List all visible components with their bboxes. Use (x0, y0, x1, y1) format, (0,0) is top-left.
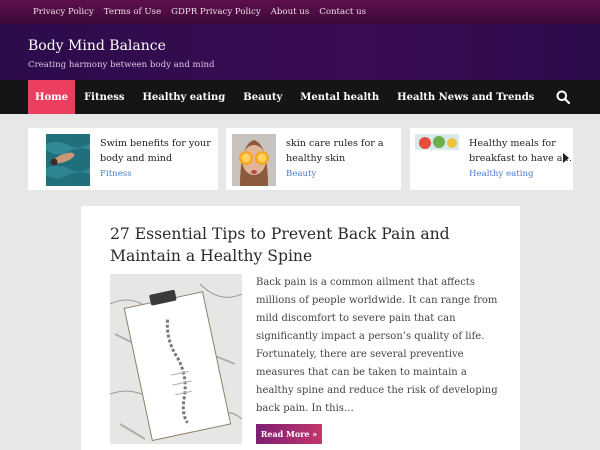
card-title-line[interactable]: skin care rules for a (286, 136, 384, 151)
slider-card[interactable]: skin care rules for a healthy skin Beaut… (226, 128, 401, 190)
breakfast-thumbnail (415, 134, 459, 150)
search-icon[interactable] (556, 90, 570, 104)
nav-item-mental-health[interactable]: Mental health (291, 80, 388, 114)
orange-face-thumbnail (232, 134, 276, 186)
card-category-link[interactable]: Beauty (286, 169, 384, 179)
slider-card[interactable]: Swim benefits for your body and mind Fit… (28, 128, 218, 190)
slider-card[interactable]: Healthy meals for breakfast to have a… H… (410, 128, 573, 190)
site-header: Body Mind Balance Creating harmony betwe… (0, 24, 600, 80)
article-excerpt: Back pain is a common ailment that affec… (256, 277, 498, 414)
card-title-line[interactable]: Swim benefits for your (100, 136, 211, 151)
swimmer-thumbnail (46, 134, 90, 186)
featured-posts-slider: Swim benefits for your body and mind Fit… (28, 128, 573, 190)
nav-item-healthy-eating[interactable]: Healthy eating (133, 80, 234, 114)
top-bar: Privacy Policy Terms of Use GDPR Privacy… (0, 0, 600, 24)
about-us-link[interactable]: About us (271, 7, 310, 17)
article-card: 27 Essential Tips to Prevent Back Pain a… (81, 206, 520, 450)
card-title-line[interactable]: breakfast to have a… (469, 151, 572, 166)
contact-us-link[interactable]: Contact us (319, 7, 366, 17)
nav-item-fitness[interactable]: Fitness (75, 80, 133, 114)
spine-drawing-image[interactable] (110, 274, 242, 444)
site-title[interactable]: Body Mind Balance (28, 38, 600, 54)
chevron-right-icon[interactable] (562, 153, 570, 163)
card-category-link[interactable]: Healthy eating (469, 169, 572, 179)
gdpr-privacy-policy-link[interactable]: GDPR Privacy Policy (171, 7, 261, 17)
card-title-line[interactable]: Healthy meals for (469, 136, 572, 151)
card-title-line[interactable]: healthy skin (286, 151, 384, 166)
card-category-link[interactable]: Fitness (100, 169, 211, 179)
site-tagline: Creating harmony between body and mind (28, 60, 215, 70)
nav-item-health-news[interactable]: Health News and Trends (388, 80, 543, 114)
article-title[interactable]: 27 Essential Tips to Prevent Back Pain a… (110, 223, 500, 267)
main-navigation: Home Fitness Healthy eating Beauty Menta… (0, 80, 600, 114)
nav-item-beauty[interactable]: Beauty (234, 80, 291, 114)
read-more-button[interactable]: Read More » (256, 424, 322, 444)
privacy-policy-link[interactable]: Privacy Policy (33, 7, 94, 17)
terms-of-use-link[interactable]: Terms of Use (104, 7, 161, 17)
nav-item-home[interactable]: Home (28, 80, 76, 114)
card-title-line[interactable]: body and mind (100, 151, 211, 166)
